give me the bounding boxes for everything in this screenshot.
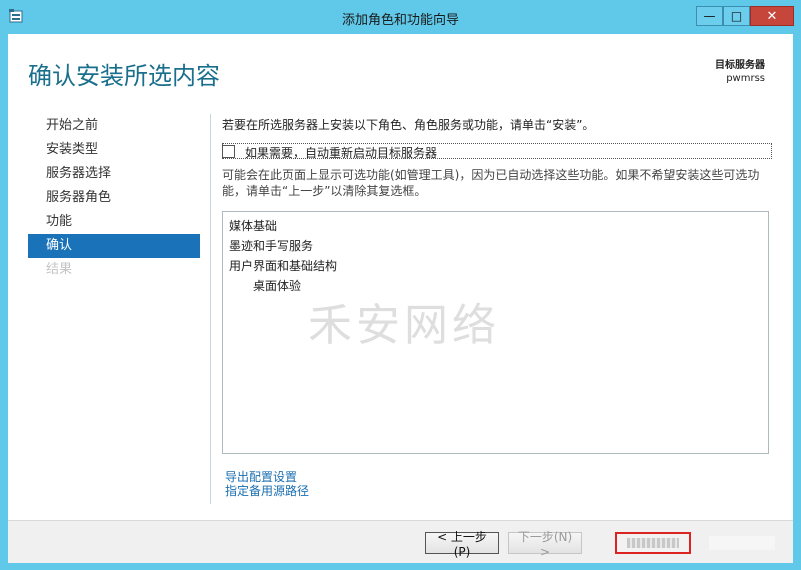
nav-item-installation-type[interactable]: 安装类型 <box>28 138 200 162</box>
alternate-source-link[interactable]: 指定备用源路径 <box>225 484 309 498</box>
wizard-window: 添加角色和功能向导 — □ ✕ 确认安装所选内容 目标服务器 pwmrss 开始… <box>0 0 801 570</box>
page-title: 确认安装所选内容 <box>28 62 220 90</box>
wizard-nav: 开始之前 安装类型 服务器选择 服务器角色 功能 确认 结果 <box>28 114 200 282</box>
next-button[interactable]: 下一步(N) > <box>508 530 582 559</box>
cancel-label-obscured <box>709 536 775 550</box>
title-bar[interactable]: 添加角色和功能向导 — □ ✕ <box>0 0 801 34</box>
nav-item-server-selection[interactable]: 服务器选择 <box>28 162 200 186</box>
list-item: 用户界面和基础结构 <box>229 259 338 273</box>
nav-item-server-roles[interactable]: 服务器角色 <box>28 186 200 210</box>
selection-list[interactable]: 媒体基础 墨迹和手写服务 用户界面和基础结构 桌面体验 <box>222 211 769 454</box>
restart-checkbox-label[interactable]: 如果需要，自动重新启动目标服务器 <box>245 144 437 161</box>
optional-features-note: 可能会在此页面上显示可选功能(如管理工具)，因为已自动选择这些功能。如果不希望安… <box>222 168 760 198</box>
wizard-client-area: 确认安装所选内容 目标服务器 pwmrss 开始之前 安装类型 服务器选择 服务… <box>8 34 793 563</box>
window-title: 添加角色和功能向导 <box>341 13 459 28</box>
close-icon: ✕ <box>766 8 778 24</box>
nav-divider <box>210 114 211 504</box>
install-label-obscured <box>627 538 679 548</box>
target-server-name: pwmrss <box>726 73 765 84</box>
list-item: 媒体基础 <box>229 219 278 233</box>
maximize-button[interactable]: □ <box>723 6 750 26</box>
close-button[interactable]: ✕ <box>750 6 794 26</box>
nav-item-before-you-begin[interactable]: 开始之前 <box>28 114 200 138</box>
wizard-footer: < 上一步(P) 下一步(N) > <box>8 520 793 563</box>
maximize-icon: □ <box>730 9 743 23</box>
previous-button[interactable]: < 上一步(P) <box>425 530 499 559</box>
target-server-label: 目标服务器 <box>715 60 765 71</box>
export-config-link[interactable]: 导出配置设置 <box>225 470 309 484</box>
nav-item-results: 结果 <box>46 262 73 277</box>
target-server-info: 目标服务器 pwmrss <box>715 59 765 85</box>
restart-checkbox[interactable] <box>222 145 235 158</box>
nav-item-confirmation[interactable]: 确认 <box>28 234 200 258</box>
intro-text: 若要在所选服务器上安装以下角色、角色服务或功能，请单击“安装”。 <box>222 118 595 132</box>
install-button[interactable] <box>615 532 691 554</box>
cancel-button[interactable] <box>698 532 786 554</box>
list-item: 桌面体验 <box>253 279 302 293</box>
nav-item-features[interactable]: 功能 <box>28 210 200 234</box>
links-area: 导出配置设置 指定备用源路径 <box>225 470 309 498</box>
list-item: 墨迹和手写服务 <box>229 239 314 253</box>
minimize-button[interactable]: — <box>696 6 723 26</box>
confirmation-content: 若要在所选服务器上安装以下角色、角色服务或功能，请单击“安装”。 如果需要，自动… <box>222 114 777 498</box>
restart-option[interactable]: 如果需要，自动重新启动目标服务器 <box>222 143 772 161</box>
minimize-icon: — <box>703 9 716 23</box>
